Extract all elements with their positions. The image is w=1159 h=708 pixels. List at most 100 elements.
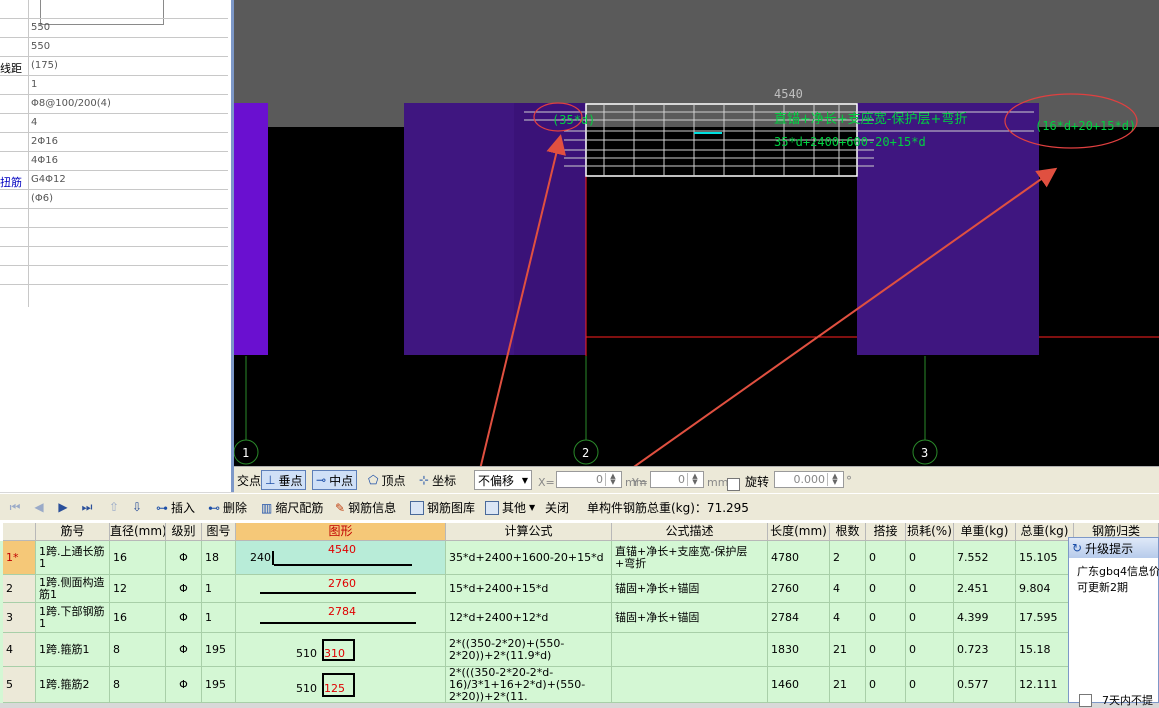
unit-weight[interactable]: 2.451 [954, 575, 1016, 603]
property-row[interactable]: 4Φ16 [0, 152, 228, 171]
coordinate-snap-button[interactable]: ⊹ 坐标 [416, 470, 459, 490]
spin-icon[interactable]: ▲ ▼ [827, 473, 842, 486]
calc-formula[interactable]: 2*((350-2*20)+(550-2*20))+2*(11.9*d) [446, 633, 612, 667]
rebar-name[interactable]: 1跨.上通长筋1 [36, 541, 110, 575]
cad-canvas[interactable]: 1 2 3 4540 (35*d) 直锚+净长+支座宽-保护层+弯折 35*d+… [234, 0, 1159, 466]
vertex-snap-button[interactable]: ⬠ 顶点 [365, 470, 408, 490]
lap[interactable]: 0 [866, 541, 906, 575]
spin-icon[interactable]: ▲ ▼ [687, 473, 702, 486]
popup-footer[interactable]: 7天内不提 [1079, 692, 1153, 708]
spin-icon[interactable]: ▲ ▼ [605, 473, 620, 486]
column-header[interactable]: 计算公式 [446, 523, 612, 541]
move-down-icon[interactable]: ⇩ [130, 500, 144, 514]
column-header[interactable]: 图形 [236, 523, 446, 541]
calc-formula[interactable]: 35*d+2400+1600-20+15*d [446, 541, 612, 575]
popup-line1[interactable]: 广东gbq4信息价 [1077, 564, 1159, 580]
count[interactable]: 21 [830, 667, 866, 703]
loss[interactable]: 0 [906, 603, 954, 633]
property-row[interactable] [0, 0, 228, 19]
column-header[interactable]: 筋号 [36, 523, 110, 541]
length[interactable]: 1460 [768, 667, 830, 703]
total-weight[interactable]: 9.804 [1016, 575, 1074, 603]
insert-button[interactable]: ⊶ 插入 [156, 498, 195, 517]
rebar-shape-cell[interactable]: 2760 [236, 575, 446, 603]
property-row[interactable]: 1 [0, 76, 228, 95]
rebar-name[interactable]: 1跨.箍筋1 [36, 633, 110, 667]
checkbox-icon[interactable] [1079, 693, 1092, 707]
grade[interactable]: Φ [166, 575, 202, 603]
column-header[interactable]: 级别 [166, 523, 202, 541]
other-menu-button[interactable]: 其他 ▼ [485, 498, 535, 517]
total-weight[interactable]: 17.595 [1016, 603, 1074, 633]
property-row[interactable] [0, 228, 228, 247]
formula-description[interactable]: 锚固+净长+锚固 [612, 603, 768, 633]
property-row[interactable]: 2Φ16 [0, 133, 228, 152]
property-row[interactable]: Φ8@100/200(4) [0, 95, 228, 114]
rebar-library-button[interactable]: 钢筋图库 [410, 498, 475, 517]
length[interactable]: 1830 [768, 633, 830, 667]
rebar-name[interactable]: 1跨.箍筋2 [36, 667, 110, 703]
last-record-icon[interactable]: ⏭ [80, 500, 94, 514]
property-row[interactable] [0, 266, 228, 285]
calc-formula[interactable]: 2*(((350-2*20-2*d-16)/3*1+16+2*d)+(550-2… [446, 667, 612, 703]
row-number[interactable]: 3 [3, 603, 36, 633]
formula-description[interactable]: 直锚+净长+支座宽-保护层+弯折 [612, 541, 768, 575]
unit-weight[interactable]: 7.552 [954, 541, 1016, 575]
length[interactable]: 2760 [768, 575, 830, 603]
count[interactable]: 2 [830, 541, 866, 575]
table-row[interactable]: 2 1跨.侧面构造筋1 12 Φ 1 2760 15*d+2400+15*d 锚固+净长+锚固… [0, 575, 1159, 603]
property-row[interactable]: 线距 (175) [0, 57, 228, 76]
loss[interactable]: 0 [906, 575, 954, 603]
property-row[interactable] [0, 209, 228, 228]
formula-description[interactable]: 锚固+净长+锚固 [612, 575, 768, 603]
property-row[interactable] [0, 247, 228, 266]
unit-weight[interactable]: 0.577 [954, 667, 1016, 703]
column-header[interactable]: 搭接 [866, 523, 906, 541]
figure-number[interactable]: 18 [202, 541, 236, 575]
calc-formula[interactable]: 12*d+2400+12*d [446, 603, 612, 633]
length[interactable]: 2784 [768, 603, 830, 633]
grade[interactable]: Φ [166, 541, 202, 575]
column-header[interactable]: 公式描述 [612, 523, 768, 541]
property-row[interactable]: (Φ6) [0, 190, 228, 209]
formula-description[interactable] [612, 667, 768, 703]
unit-weight[interactable]: 0.723 [954, 633, 1016, 667]
first-record-icon[interactable]: ⏮ [8, 500, 22, 514]
column-header[interactable]: 直径(mm) [110, 523, 166, 541]
diameter[interactable]: 16 [110, 541, 166, 575]
table-row[interactable]: 4 1跨.箍筋1 8 Φ 195 510 310 2*((350-2*20)+(550-2*2… [0, 633, 1159, 667]
figure-number[interactable]: 1 [202, 575, 236, 603]
count[interactable]: 4 [830, 575, 866, 603]
table-row[interactable]: 5 1跨.箍筋2 8 Φ 195 510 125 2*(((350-2*20-2*d-16)/… [0, 667, 1159, 703]
delete-button[interactable]: ⊷ 删除 [208, 498, 247, 517]
total-weight[interactable]: 15.18 [1016, 633, 1074, 667]
next-record-icon[interactable]: ▶ [56, 500, 70, 514]
lap[interactable]: 0 [866, 633, 906, 667]
diameter[interactable]: 12 [110, 575, 166, 603]
x-input[interactable]: 0 ▲ ▼ [556, 471, 622, 488]
row-number[interactable]: 1* [3, 541, 36, 575]
property-row[interactable]: 4 [0, 114, 228, 133]
lap[interactable]: 0 [866, 575, 906, 603]
diameter[interactable]: 8 [110, 633, 166, 667]
diameter[interactable]: 16 [110, 603, 166, 633]
y-input[interactable]: 0 ▲ ▼ [650, 471, 704, 488]
rebar-info-button[interactable]: ✎ 钢筋信息 [335, 498, 396, 517]
rebar-name[interactable]: 1跨.侧面构造筋1 [36, 575, 110, 603]
total-weight[interactable]: 12.111 [1016, 667, 1074, 703]
column-header[interactable]: 损耗(%) [906, 523, 954, 541]
loss[interactable]: 0 [906, 541, 954, 575]
property-row[interactable]: 550 [0, 38, 228, 57]
grade[interactable]: Φ [166, 633, 202, 667]
row-number[interactable]: 2 [3, 575, 36, 603]
loss[interactable]: 0 [906, 633, 954, 667]
column-header[interactable]: 图号 [202, 523, 236, 541]
perpendicular-snap-button[interactable]: ⊥ 垂点 [261, 470, 307, 490]
rotate-checkbox[interactable] [727, 475, 740, 494]
grade[interactable]: Φ [166, 667, 202, 703]
table-row[interactable]: 3 1跨.下部钢筋1 16 Φ 1 2784 12*d+2400+12*d 锚固+净长+锚固 2… [0, 603, 1159, 633]
scale-rebar-button[interactable]: ▥ 缩尺配筋 [261, 498, 323, 517]
rebar-shape-cell[interactable]: 2784 [236, 603, 446, 633]
lap[interactable]: 0 [866, 667, 906, 703]
calc-formula[interactable]: 15*d+2400+15*d [446, 575, 612, 603]
